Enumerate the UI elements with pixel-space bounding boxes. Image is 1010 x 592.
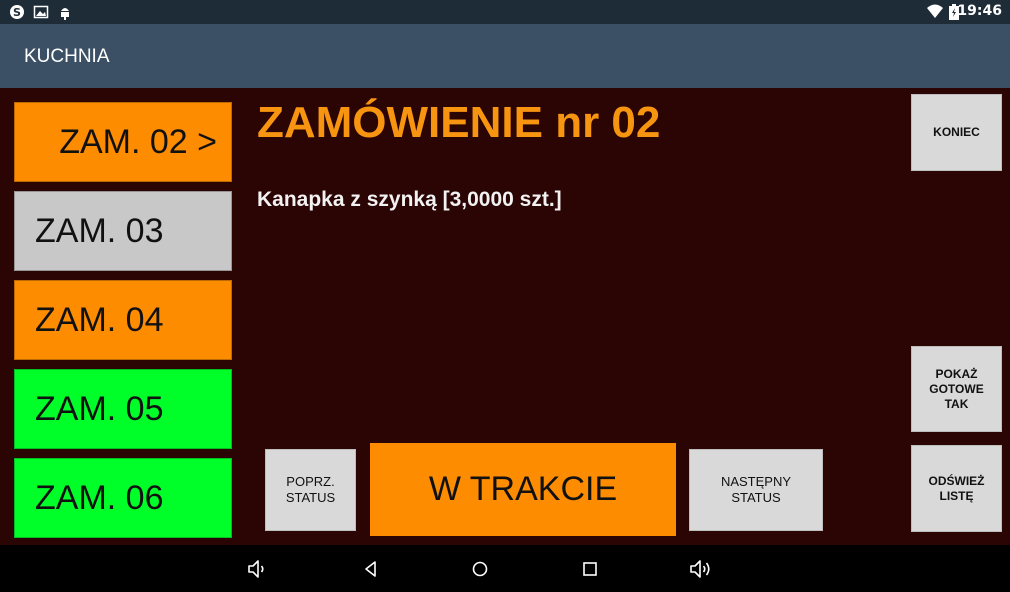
home-icon[interactable] bbox=[468, 557, 492, 581]
prev-status-button-label: POPRZ. STATUS bbox=[285, 474, 336, 505]
order-tile[interactable]: ZAM. 04 bbox=[14, 280, 232, 360]
image-icon bbox=[33, 5, 49, 19]
recents-icon[interactable] bbox=[578, 557, 602, 581]
refresh-list-button[interactable]: ODŚWIEŻ LISTĘ bbox=[911, 445, 1002, 532]
android-debug-icon bbox=[61, 8, 69, 20]
navigation-bar bbox=[0, 545, 1010, 592]
order-tile-label: ZAM. 05 bbox=[35, 389, 164, 428]
volume-down-icon[interactable] bbox=[246, 557, 270, 581]
order-tile-label: ZAM. 04 bbox=[35, 300, 164, 339]
order-tile-label: ZAM. 02 > bbox=[59, 122, 217, 161]
main-content: ZAM. 02 > ZAM. 03 ZAM. 04 ZAM. 05 ZAM. 06 ZA… bbox=[0, 88, 1010, 545]
svg-text:S: S bbox=[13, 6, 21, 19]
next-status-button[interactable]: NASTĘPNY STATUS bbox=[689, 449, 823, 531]
order-tile[interactable]: ZAM. 02 > bbox=[14, 102, 232, 182]
current-status-button[interactable]: W TRAKCIE bbox=[370, 443, 676, 536]
order-heading: ZAMÓWIENIE nr 02 bbox=[257, 98, 661, 147]
show-ready-button-label: POKAŻ GOTOWE TAK bbox=[929, 366, 984, 411]
back-icon[interactable] bbox=[359, 557, 383, 581]
order-tile[interactable]: ZAM. 06 bbox=[14, 458, 232, 538]
volume-up-icon[interactable] bbox=[688, 557, 714, 581]
prev-status-button[interactable]: POPRZ. STATUS bbox=[265, 449, 356, 531]
order-tile[interactable]: ZAM. 03 bbox=[14, 191, 232, 271]
wifi-icon bbox=[927, 4, 943, 18]
order-tile-label: ZAM. 03 bbox=[35, 211, 164, 250]
end-button[interactable]: KONIEC bbox=[911, 94, 1002, 171]
show-ready-button[interactable]: POKAŻ GOTOWE TAK bbox=[911, 346, 1002, 432]
next-status-button-label: NASTĘPNY STATUS bbox=[720, 474, 792, 505]
clock: 19:46 bbox=[957, 3, 1002, 19]
app-title: KUCHNIA bbox=[24, 46, 110, 67]
status-bar: S 19:46 bbox=[0, 0, 1010, 24]
skype-icon: S bbox=[10, 5, 24, 19]
order-tile-label: ZAM. 06 bbox=[35, 478, 164, 517]
order-item-line: Kanapka z szynką [3,0000 szt.] bbox=[257, 188, 562, 211]
end-button-label: KONIEC bbox=[933, 125, 980, 139]
refresh-list-button-label: ODŚWIEŻ LISTĘ bbox=[928, 473, 985, 503]
order-tile[interactable]: ZAM. 05 bbox=[14, 369, 232, 449]
action-bar: KUCHNIA bbox=[0, 24, 1010, 88]
current-status-label: W TRAKCIE bbox=[428, 470, 618, 508]
